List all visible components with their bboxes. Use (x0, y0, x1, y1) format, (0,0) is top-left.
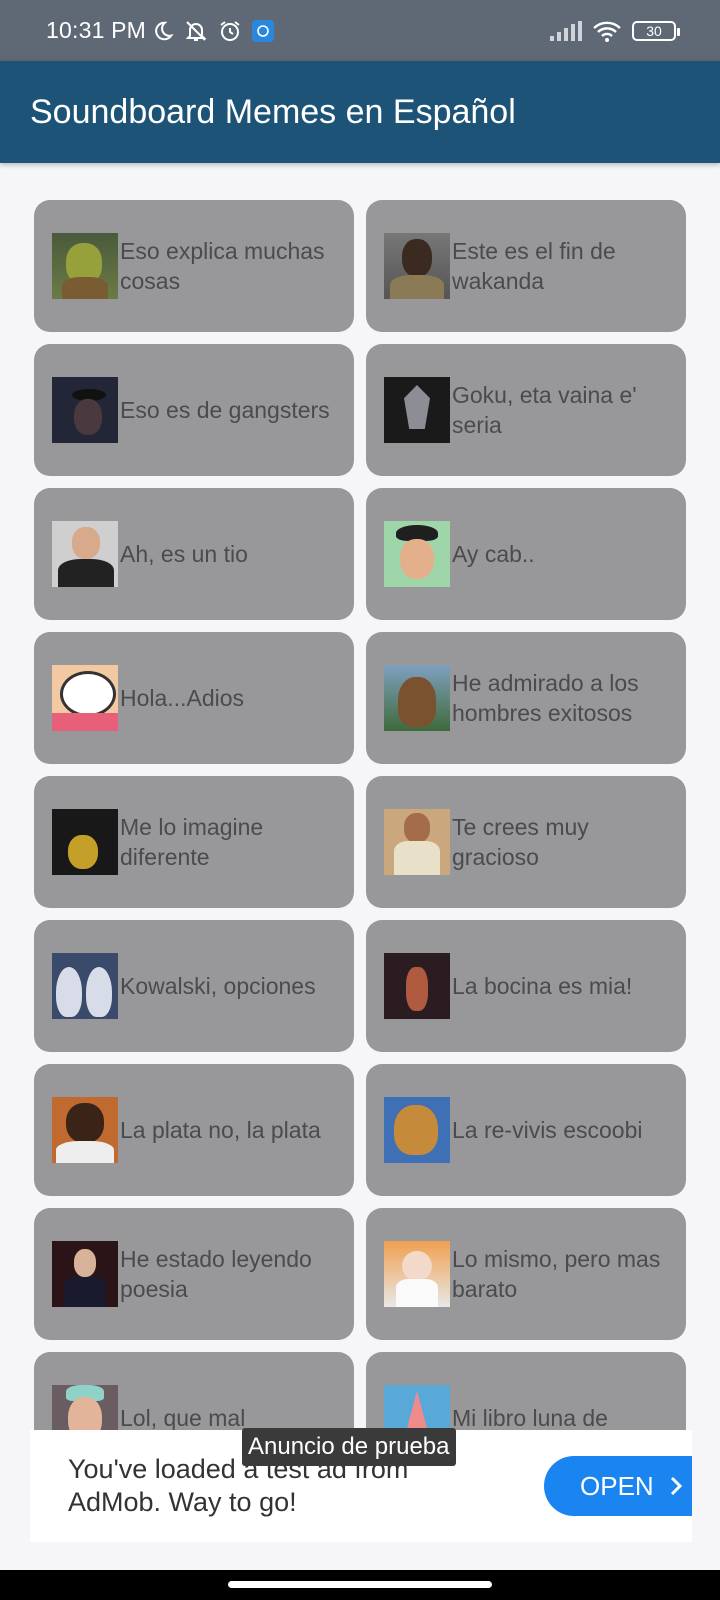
bell-off-icon (185, 20, 207, 41)
home-gesture-handle[interactable] (228, 1581, 492, 1588)
sound-label: Te crees muy gracioso (452, 814, 589, 870)
sound-button-tio[interactable]: Ah, es un tio (34, 488, 354, 620)
alarm-icon (220, 20, 240, 41)
moon-icon (155, 21, 174, 40)
sound-label: La bocina es mia! (452, 973, 633, 999)
sound-label: He admirado a los hombres exitosos (452, 670, 639, 726)
wifi-icon (593, 21, 621, 42)
ad-open-button[interactable]: OPEN (544, 1456, 692, 1516)
bear-thumbnail (384, 665, 450, 731)
sound-button-gangsters[interactable]: Eso es de gangsters (34, 344, 354, 476)
tio-thumbnail (52, 521, 118, 587)
sound-button-gracioso[interactable]: Te crees muy gracioso (366, 776, 686, 908)
sound-button-hombres-exitosos[interactable]: He admirado a los hombres exitosos (366, 632, 686, 764)
status-right-icons: 30 (550, 20, 680, 42)
chevron-right-icon (670, 1476, 682, 1496)
sound-label: Goku, eta vaina e' seria (452, 382, 637, 438)
sound-button-kowalski[interactable]: Kowalski, opciones (34, 920, 354, 1052)
powerpuff-thumbnail (52, 665, 118, 731)
sound-button-bocina[interactable]: La bocina es mia! (366, 920, 686, 1052)
app-bar: Soundboard Memes en Español (0, 61, 720, 163)
status-time: 10:31 PM (46, 17, 147, 43)
sound-label: Ay cab.. (452, 541, 535, 567)
test-ad-label: Anuncio de prueba (242, 1428, 456, 1466)
sound-label: Eso explica muchas cosas (120, 238, 325, 294)
gracioso-thumbnail (384, 809, 450, 875)
barato-thumbnail (384, 1241, 450, 1307)
poesia-thumbnail (52, 1241, 118, 1307)
wakanda-thumbnail (384, 233, 450, 299)
shrek-thumbnail (52, 233, 118, 299)
sound-label: Mi libro luna de (452, 1405, 608, 1431)
ay-cab-thumbnail (384, 521, 450, 587)
sound-label: La plata no, la plata (120, 1117, 321, 1143)
sound-label: Eso es de gangsters (120, 397, 330, 423)
signal-icon (550, 20, 582, 41)
gangster-thumbnail (52, 377, 118, 443)
sound-button-escoobi[interactable]: La re-vivis escoobi (366, 1064, 686, 1196)
sound-button-poesia[interactable]: He estado leyendo poesia (34, 1208, 354, 1340)
penguins-thumbnail (52, 953, 118, 1019)
sound-button-ay-cab[interactable]: Ay cab.. (366, 488, 686, 620)
ad-open-label: OPEN (580, 1470, 654, 1501)
app-title: Soundboard Memes en Español (30, 92, 516, 131)
sound-label: Kowalski, opciones (120, 973, 316, 999)
battery-icon: 30 (632, 20, 680, 41)
sound-label: Lo mismo, pero mas barato (452, 1246, 661, 1302)
sound-button-hola-adios[interactable]: Hola...Adios (34, 632, 354, 764)
bocina-thumbnail (384, 953, 450, 1019)
sound-button-plata[interactable]: La plata no, la plata (34, 1064, 354, 1196)
sound-label: Este es el fin de wakanda (452, 238, 616, 294)
sound-label: Ah, es un tio (120, 541, 248, 567)
sound-label: Me lo imagine diferente (120, 814, 264, 870)
sound-label: Lol, que mal (120, 1405, 246, 1431)
status-left-icons (152, 19, 275, 43)
goku-thumbnail (384, 377, 450, 443)
sound-button-goku[interactable]: Goku, eta vaina e' seria (366, 344, 686, 476)
status-bar: 10:31 PM 30 (0, 0, 720, 61)
pikachu-thumbnail (52, 809, 118, 875)
plata-thumbnail (52, 1097, 118, 1163)
sound-label: Hola...Adios (120, 685, 245, 711)
app-notification-icon (252, 19, 275, 42)
sound-button-mas-barato[interactable]: Lo mismo, pero mas barato (366, 1208, 686, 1340)
shaggy-thumbnail (384, 1097, 450, 1163)
navigation-bar (0, 1570, 720, 1600)
sound-label: He estado leyendo poesia (120, 1246, 312, 1302)
sound-button-eso-explica[interactable]: Eso explica muchas cosas (34, 200, 354, 332)
sound-button-imagine-diferente[interactable]: Me lo imagine diferente (34, 776, 354, 908)
sound-label: La re-vivis escoobi (452, 1117, 643, 1143)
sound-button-wakanda[interactable]: Este es el fin de wakanda (366, 200, 686, 332)
sound-grid: Eso explica muchas cosas Este es el fin … (34, 200, 686, 1484)
